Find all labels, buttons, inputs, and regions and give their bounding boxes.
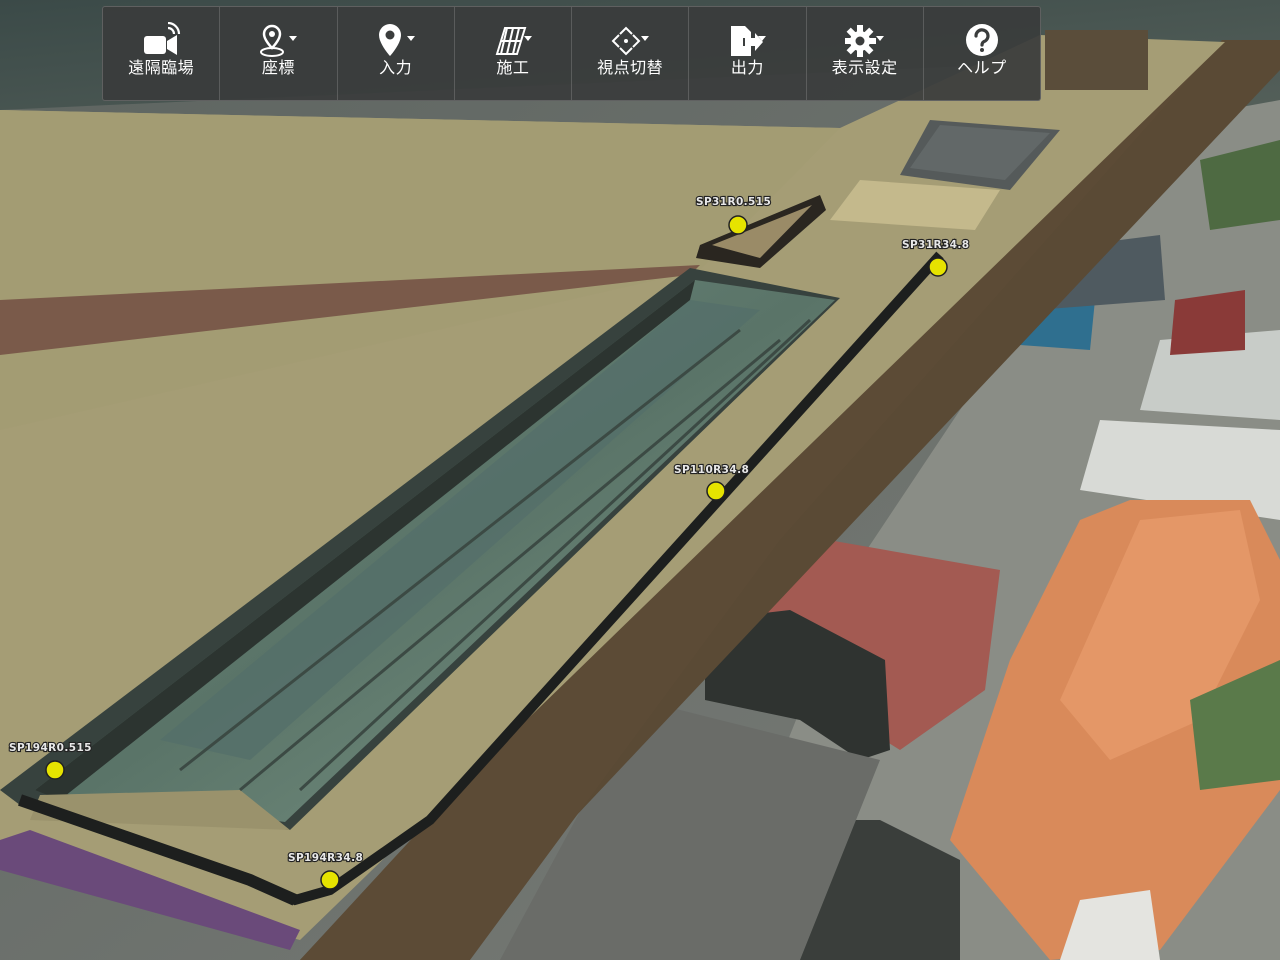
viewpoint-switch-icon xyxy=(611,26,641,56)
chevron-down-icon xyxy=(523,36,532,41)
survey-point-marker[interactable] xyxy=(45,760,65,780)
chevron-down-icon xyxy=(289,36,298,41)
tool-help[interactable]: ヘルプ xyxy=(924,7,1040,100)
survey-point-marker[interactable] xyxy=(706,481,726,501)
3d-viewport[interactable]: SP31R0.515 SP31R34.8 SP110R34.8 SP194R0.… xyxy=(0,0,1280,960)
help-icon xyxy=(965,24,998,56)
survey-point-label: SP194R0.515 xyxy=(9,742,92,754)
tool-label: 入力 xyxy=(379,58,413,77)
location-pin-icon xyxy=(378,24,401,56)
survey-point-label: SP194R34.8 xyxy=(288,852,363,864)
survey-point-marker[interactable] xyxy=(928,257,948,277)
survey-point-label: SP31R0.515 xyxy=(696,196,771,208)
survey-point-label: SP110R34.8 xyxy=(674,464,749,476)
chevron-down-icon xyxy=(641,36,650,41)
survey-point-label: SP31R34.8 xyxy=(902,239,969,251)
tool-label: 出力 xyxy=(730,58,764,77)
gear-icon xyxy=(844,25,876,57)
tool-label: 視点切替 xyxy=(597,58,664,77)
tool-remote-inspection[interactable]: 遠隔臨場 xyxy=(103,7,221,100)
chevron-down-icon xyxy=(758,36,767,41)
tool-display-settings[interactable]: 表示設定 xyxy=(807,7,924,100)
tool-label: 表示設定 xyxy=(831,58,898,77)
tool-construction[interactable]: 施工 xyxy=(455,7,572,100)
main-toolbar: 遠隔臨場 座標 入力 施工 視点切替 出力 表示設定 ヘルプ xyxy=(102,6,1041,101)
export-file-icon xyxy=(731,26,764,56)
tool-coordinates[interactable]: 座標 xyxy=(220,7,338,100)
tool-label: 施工 xyxy=(496,58,530,77)
chevron-down-icon xyxy=(875,36,884,41)
tool-input[interactable]: 入力 xyxy=(338,7,455,100)
red-roof-building-small xyxy=(1170,290,1245,355)
tool-viewpoint-switch[interactable]: 視点切替 xyxy=(572,7,690,100)
chevron-down-icon xyxy=(406,36,415,41)
survey-point-marker[interactable] xyxy=(320,870,340,890)
tool-label: ヘルプ xyxy=(957,58,1007,77)
construction-layer-icon xyxy=(495,27,527,55)
map-pin-coordinate-icon xyxy=(260,24,285,57)
tool-label: 座標 xyxy=(261,58,295,77)
video-camera-icon xyxy=(144,22,181,55)
tool-export[interactable]: 出力 xyxy=(689,7,807,100)
survey-point-marker[interactable] xyxy=(728,215,748,235)
tool-label: 遠隔臨場 xyxy=(128,58,195,77)
upper-building xyxy=(1045,30,1148,90)
